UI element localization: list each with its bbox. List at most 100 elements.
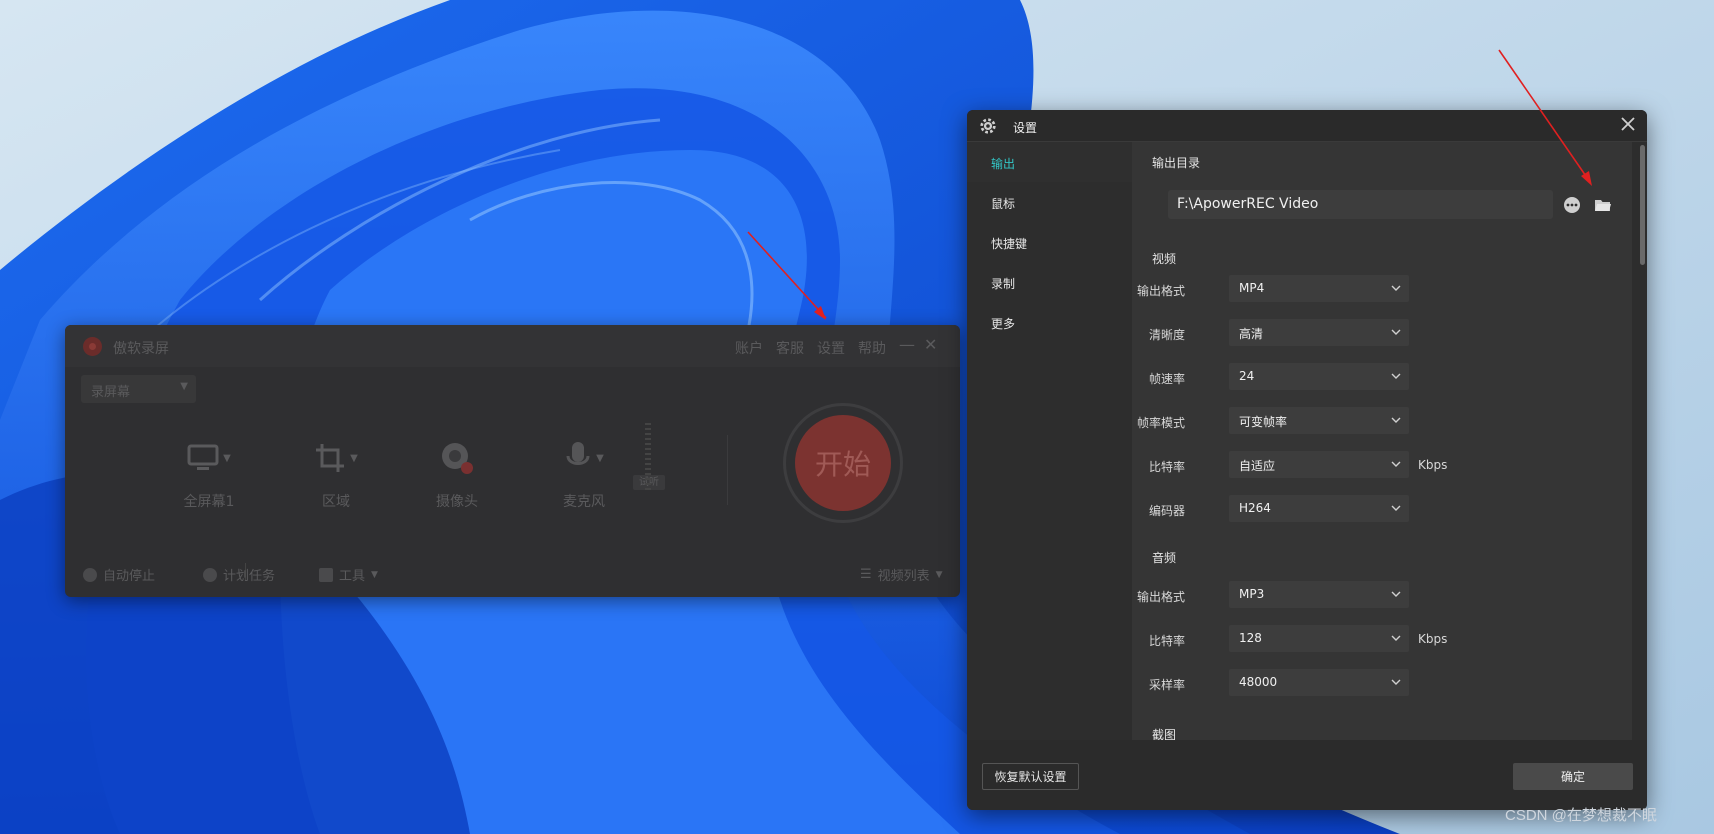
watermark-text: CSDN @在梦想裁不眠 [1505, 807, 1657, 824]
chevron-down-icon [1391, 679, 1401, 685]
video-bitrate-select[interactable]: 自适应 [1229, 451, 1409, 478]
select-value: 128 [1239, 631, 1262, 645]
webcam-icon [442, 443, 473, 474]
audio-section-title: 音频 [1152, 551, 1177, 565]
clock-icon [83, 567, 97, 582]
chevron-down-icon [1391, 417, 1401, 423]
chevron-down-icon [1391, 285, 1401, 291]
source-label: 区域 [322, 494, 350, 510]
settings-titlebar [967, 110, 1647, 142]
video-bitrate-label: 比特率 [1148, 460, 1185, 474]
tab-mouse[interactable]: 鼠标 [967, 182, 1132, 222]
tools-button[interactable]: 工具 ▼ [319, 565, 378, 584]
settings-content [1132, 142, 1632, 742]
video-list-label: 视频列表 [877, 569, 930, 584]
minimize-icon[interactable]: — [899, 335, 915, 354]
output-dir-title: 输出目录 [1152, 156, 1201, 170]
chevron-down-icon: ▼ [935, 569, 943, 580]
sample-rate-label: 采样率 [1148, 678, 1185, 692]
fps-select[interactable]: 24 [1229, 363, 1409, 390]
source-webcam[interactable]: 摄像头 [412, 437, 502, 511]
select-value: H264 [1239, 501, 1271, 515]
chevron-down-icon: ▼ [350, 452, 358, 464]
video-format-label: 输出格式 [1136, 284, 1185, 298]
audio-bitrate-select[interactable]: 128 [1229, 625, 1409, 652]
menu-settings[interactable]: 设置 [817, 338, 845, 358]
microphone-icon [566, 442, 590, 465]
source-label: 麦克风 [563, 494, 605, 510]
chevron-down-icon: ▼ [371, 569, 378, 580]
sample-rate-select[interactable]: 48000 [1229, 669, 1409, 696]
tools-label: 工具 [339, 569, 366, 584]
source-label: 摄像头 [436, 494, 478, 510]
fps-mode-select[interactable]: 可变帧率 [1229, 407, 1409, 434]
select-value: 可变帧率 [1239, 415, 1288, 429]
close-icon[interactable] [1619, 115, 1637, 133]
video-bitrate-unit: Kbps [1418, 458, 1448, 472]
settings-sidebar: 输出 鼠标 快捷键 录制 更多 [967, 142, 1132, 742]
audio-format-label: 输出格式 [1136, 590, 1185, 604]
recorder-title: 傲软录屏 [113, 341, 169, 357]
schedule-task-button[interactable]: 计划任务 [203, 565, 275, 584]
recorder-window: 傲软录屏 账户 客服 设置 帮助 — ✕ 录屏幕 ▼ ▼ 全屏幕1 ▼ 区域 摄… [65, 325, 960, 597]
select-value: 自适应 [1239, 459, 1276, 473]
quality-select[interactable]: 高清 [1229, 319, 1409, 346]
encoder-label: 编码器 [1148, 504, 1185, 518]
start-record-button[interactable]: 开始 [795, 415, 891, 511]
record-mode-value: 录屏幕 [91, 385, 131, 400]
select-value: MP4 [1239, 281, 1265, 295]
video-format-select[interactable]: MP4 [1229, 275, 1409, 302]
source-region[interactable]: ▼ 区域 [291, 437, 381, 511]
audio-bitrate-unit: Kbps [1418, 632, 1448, 646]
more-options-icon[interactable] [1563, 196, 1581, 214]
chevron-down-icon: ▼ [223, 452, 231, 464]
select-value: 24 [1239, 369, 1255, 383]
folder-open-icon[interactable] [1594, 196, 1612, 214]
schedule-label: 计划任务 [223, 569, 276, 584]
app-logo-icon [83, 337, 102, 356]
select-value: 48000 [1239, 675, 1278, 689]
chevron-down-icon [1391, 329, 1401, 335]
volume-meter [645, 423, 651, 493]
record-mode-select[interactable]: 录屏幕 ▼ [81, 375, 196, 403]
crop-icon [316, 444, 345, 472]
chevron-down-icon [1391, 635, 1401, 641]
chevron-down-icon: ▼ [180, 381, 188, 392]
audio-bitrate-label: 比特率 [1148, 634, 1185, 648]
source-label: 全屏幕1 [183, 494, 235, 510]
audio-format-select[interactable]: MP3 [1229, 581, 1409, 608]
fps-mode-label: 帧率模式 [1136, 416, 1185, 430]
menu-account[interactable]: 账户 [735, 338, 763, 358]
fps-label: 帧速率 [1148, 372, 1185, 386]
menu-help[interactable]: 帮助 [858, 338, 886, 358]
divider [727, 435, 728, 505]
monitor-icon [187, 444, 219, 470]
source-fullscreen[interactable]: ▼ 全屏幕1 [164, 437, 254, 511]
video-list-button[interactable]: ☰ 视频列表 ▼ [860, 565, 943, 584]
toolbox-icon [319, 567, 333, 582]
close-icon[interactable]: ✕ [924, 335, 937, 354]
restore-defaults-button[interactable]: 恢复默认设置 [982, 763, 1079, 790]
settings-scrollbar[interactable] [1640, 145, 1645, 265]
list-icon: ☰ [860, 567, 872, 582]
chevron-down-icon [1391, 591, 1401, 597]
tab-hotkeys[interactable]: 快捷键 [967, 222, 1132, 262]
source-microphone[interactable]: ▼ 麦克风 [539, 437, 629, 511]
chevron-down-icon [1391, 505, 1401, 511]
chevron-down-icon [1391, 461, 1401, 467]
encoder-select[interactable]: H264 [1229, 495, 1409, 522]
auto-stop-button[interactable]: 自动停止 [83, 565, 155, 584]
select-value: MP3 [1239, 587, 1265, 601]
output-dir-path[interactable]: F:\ApowerREC Video [1168, 190, 1553, 219]
chevron-down-icon: ▼ [596, 452, 604, 464]
quality-label: 清晰度 [1148, 328, 1185, 342]
video-section-title: 视频 [1152, 252, 1177, 266]
tab-output[interactable]: 输出 [967, 142, 1132, 182]
auto-stop-label: 自动停止 [103, 569, 156, 584]
menu-support[interactable]: 客服 [776, 338, 804, 358]
gear-icon [980, 118, 996, 134]
ok-button[interactable]: 确定 [1513, 763, 1633, 790]
select-value: 高清 [1239, 327, 1264, 341]
settings-title: 设置 [1013, 121, 1038, 135]
timer-icon [203, 567, 217, 582]
